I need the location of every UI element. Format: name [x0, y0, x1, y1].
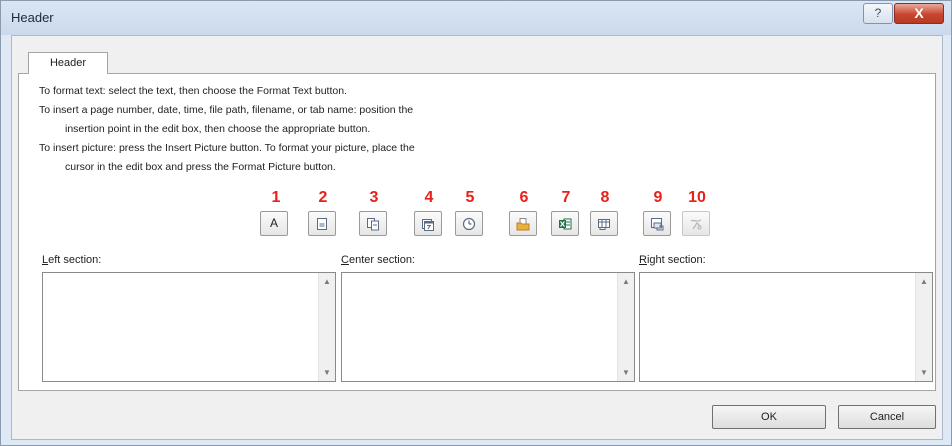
center-section-label: Center section:	[341, 254, 415, 266]
annotation-number-10: 10	[688, 189, 706, 206]
window-title: Header	[11, 10, 54, 25]
clock-icon	[462, 217, 476, 231]
format-text-button[interactable]: A	[260, 211, 288, 236]
right-section-scrollbar[interactable]: ▲ ▼	[915, 273, 932, 381]
insert-page-number-button[interactable]	[308, 211, 336, 236]
insert-time-button[interactable]	[455, 211, 483, 236]
left-section-scrollbar[interactable]: ▲ ▼	[318, 273, 335, 381]
dialog-client-area: Header To format text: select the text, …	[11, 35, 943, 440]
insert-number-of-pages-button[interactable]	[359, 211, 387, 236]
scroll-down-arrow-icon[interactable]: ▼	[319, 364, 335, 381]
format-picture-icon	[690, 219, 702, 230]
tab-header[interactable]: Header	[28, 52, 108, 74]
center-section-editbox[interactable]: ▲ ▼	[341, 272, 635, 382]
center-section-access-key: C	[341, 254, 349, 266]
format-text-icon: A	[269, 216, 278, 230]
annotation-number-3: 3	[369, 189, 379, 206]
close-button[interactable]: X	[894, 3, 944, 24]
right-section-access-key: R	[639, 254, 647, 266]
number-of-pages-icon	[367, 218, 379, 231]
page-number-icon	[317, 218, 327, 230]
ok-button[interactable]: OK	[712, 405, 826, 429]
insert-picture-button[interactable]	[643, 211, 671, 236]
excel-file-icon	[559, 218, 572, 230]
annotation-number-1: 1	[271, 189, 281, 206]
format-picture-button[interactable]	[682, 211, 710, 236]
right-section-label-text: ight section:	[646, 254, 706, 266]
insert-picture-icon	[651, 218, 664, 231]
left-section-label-text: eft section:	[48, 254, 102, 266]
dialog-window: Header ? X Header To format text: select…	[0, 0, 952, 446]
scroll-up-arrow-icon[interactable]: ▲	[916, 273, 932, 290]
center-section-label-text: enter section:	[348, 254, 415, 266]
help-button[interactable]: ?	[863, 3, 893, 24]
scroll-up-arrow-icon[interactable]: ▲	[618, 273, 634, 290]
folder-icon	[516, 218, 530, 231]
instruction-line-3: insertion point in the edit box, then ch…	[65, 123, 371, 135]
insert-file-path-button[interactable]	[509, 211, 537, 236]
annotation-number-8: 8	[600, 189, 610, 206]
sheet-tab-icon	[598, 219, 610, 230]
annotation-number-2: 2	[318, 189, 328, 206]
calendar-icon	[422, 219, 434, 231]
left-section-editbox[interactable]: ▲ ▼	[42, 272, 336, 382]
insert-sheet-name-button[interactable]	[590, 211, 618, 236]
right-section-editbox[interactable]: ▲ ▼	[639, 272, 933, 382]
annotation-number-4: 4	[424, 189, 434, 206]
annotation-number-5: 5	[465, 189, 475, 206]
center-section-scrollbar[interactable]: ▲ ▼	[617, 273, 634, 381]
annotation-number-7: 7	[561, 189, 571, 206]
title-bar: Header ? X	[1, 1, 951, 35]
insert-file-name-button[interactable]	[551, 211, 579, 236]
instruction-line-2: To insert a page number, date, time, fil…	[39, 104, 414, 116]
instruction-line-1: To format text: select the text, then ch…	[39, 85, 347, 97]
annotation-number-9: 9	[653, 189, 663, 206]
instruction-line-5: cursor in the edit box and press the For…	[65, 161, 336, 173]
right-section-label: Right section:	[639, 254, 706, 266]
annotation-number-6: 6	[519, 189, 529, 206]
cancel-button[interactable]: Cancel	[838, 405, 936, 429]
instruction-line-4: To insert picture: press the Insert Pict…	[39, 142, 415, 154]
scroll-down-arrow-icon[interactable]: ▼	[618, 364, 634, 381]
insert-date-button[interactable]	[414, 211, 442, 236]
scroll-down-arrow-icon[interactable]: ▼	[916, 364, 932, 381]
scroll-up-arrow-icon[interactable]: ▲	[319, 273, 335, 290]
left-section-label: Left section:	[42, 254, 101, 266]
